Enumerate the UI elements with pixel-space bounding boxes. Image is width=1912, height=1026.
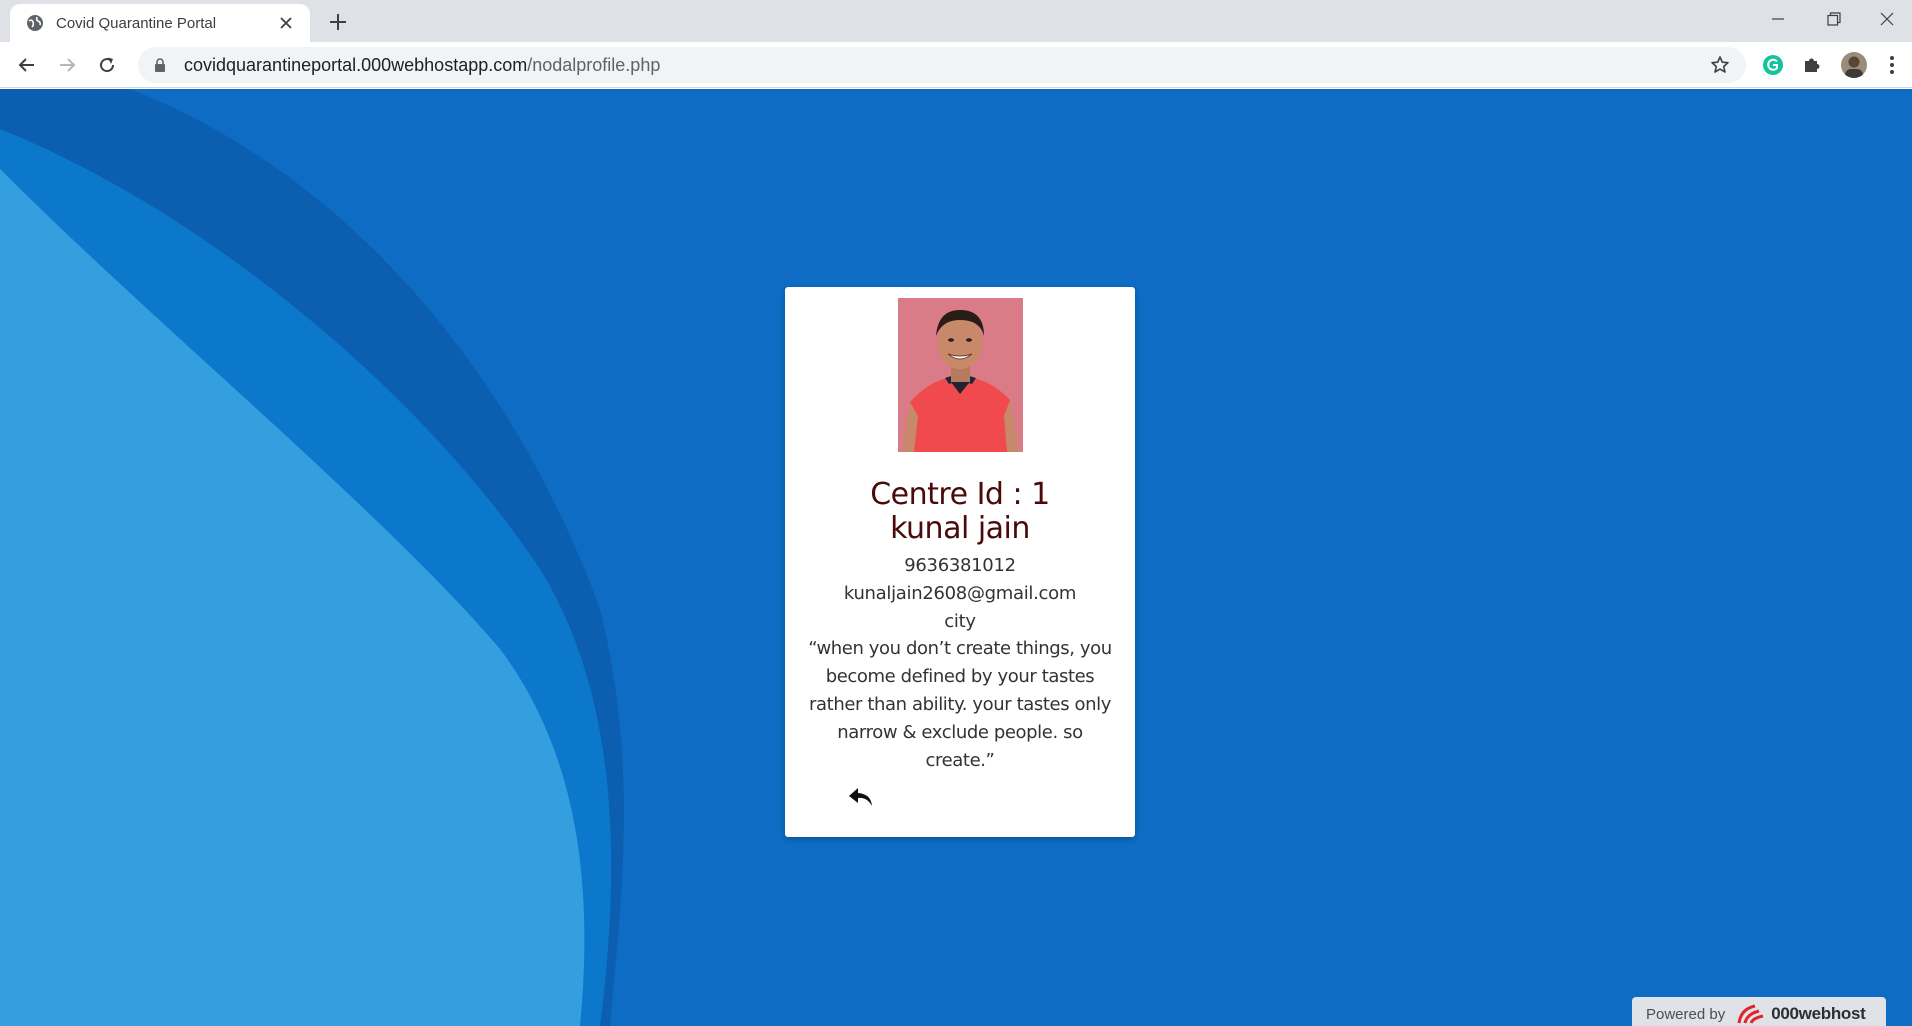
tab-strip: Covid Quarantine Portal [0, 0, 1912, 42]
browser-tab[interactable]: Covid Quarantine Portal [10, 4, 310, 42]
lock-icon [152, 57, 168, 73]
url-domain: covidquarantineportal.000webhostapp.com [184, 54, 528, 75]
forward-arrow-icon[interactable] [52, 50, 82, 80]
close-tab-icon[interactable] [274, 11, 298, 35]
address-bar[interactable]: covidquarantineportal.000webhostapp.com/… [138, 47, 1746, 83]
globe-icon [26, 14, 44, 32]
centre-id-heading: Centre Id : 1 [870, 477, 1050, 512]
restore-icon[interactable] [1806, 0, 1862, 38]
grammarly-icon[interactable] [1761, 53, 1785, 77]
phone-number: 9636381012 [904, 555, 1016, 576]
powered-by-brand: 000webhost [1771, 1004, 1866, 1023]
city-text: city [944, 611, 976, 632]
profile-card: Centre Id : 1 kunal jain 9636381012 kuna… [785, 287, 1135, 837]
new-tab-icon[interactable] [324, 8, 352, 36]
profile-quote: “when you don’t create things, you becom… [808, 638, 1112, 771]
page-background: Centre Id : 1 kunal jain 9636381012 kuna… [0, 89, 1912, 1026]
extensions-puzzle-icon[interactable] [1800, 53, 1824, 77]
back-arrow-icon[interactable] [12, 50, 42, 80]
000webhost-logo-icon [1735, 1003, 1765, 1025]
url-text: covidquarantineportal.000webhostapp.com/… [184, 55, 660, 76]
tab-title: Covid Quarantine Portal [56, 14, 217, 32]
email-address: kunaljain2608@gmail.com [843, 583, 1077, 604]
minimize-icon[interactable] [1750, 0, 1806, 38]
powered-by-label: Powered by [1646, 1005, 1726, 1023]
bookmark-star-icon[interactable] [1708, 53, 1732, 77]
powered-by-badge[interactable]: Powered by 000webhost [1632, 997, 1886, 1026]
browser-toolbar: covidquarantineportal.000webhostapp.com/… [0, 42, 1912, 88]
reply-arrow-icon[interactable] [845, 783, 877, 811]
close-window-icon[interactable] [1862, 0, 1912, 38]
nodal-officer-name: kunal jain [890, 511, 1030, 546]
menu-dots-icon[interactable] [1880, 53, 1904, 77]
reload-icon[interactable] [92, 50, 122, 80]
profile-photo [898, 298, 1023, 452]
url-path: /nodalprofile.php [527, 54, 661, 75]
profile-avatar[interactable] [1839, 50, 1869, 80]
